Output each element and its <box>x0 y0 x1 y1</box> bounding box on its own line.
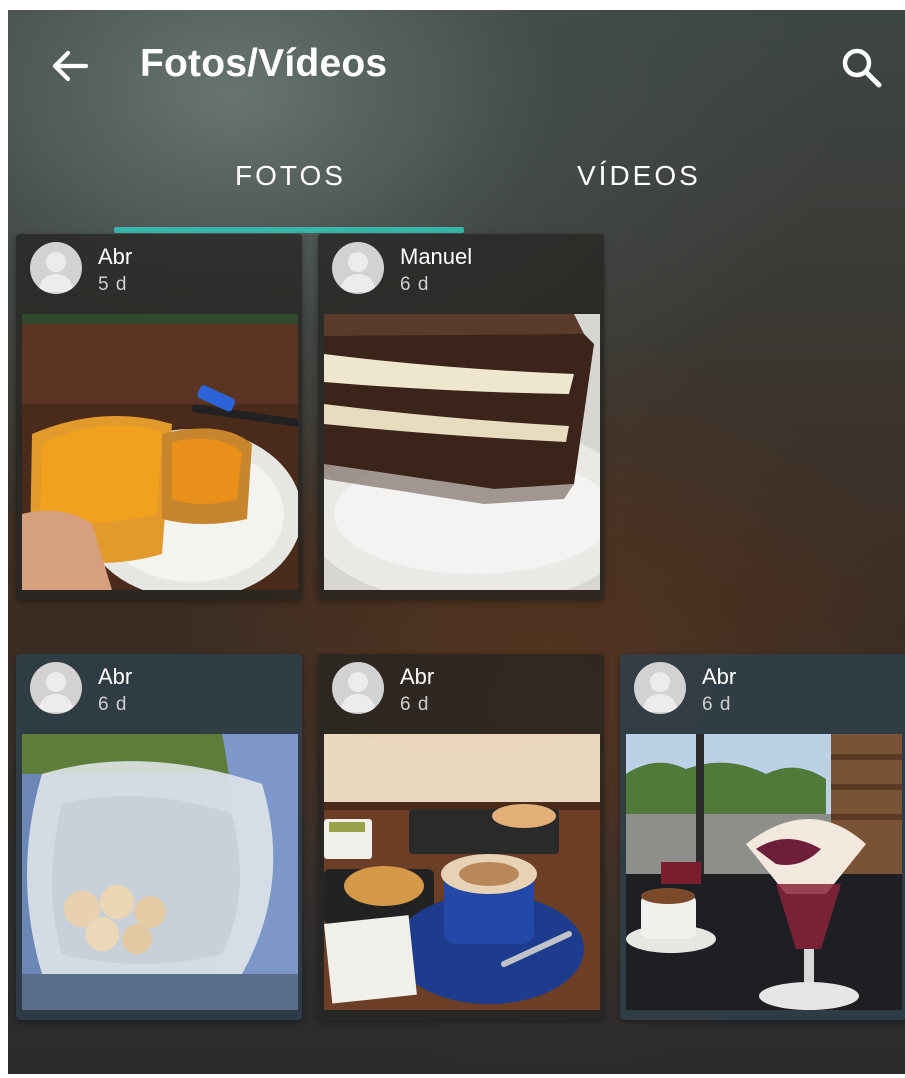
avatar-placeholder-icon <box>30 242 82 294</box>
photo-thumbnail[interactable] <box>22 734 298 1010</box>
avatar-placeholder-icon <box>332 662 384 714</box>
tab-videos[interactable]: VÍDEOS <box>577 160 701 192</box>
arrow-left-icon <box>52 50 89 82</box>
post-author: Abr <box>98 244 133 269</box>
search-button[interactable] <box>838 44 886 92</box>
post-author: Abr <box>400 664 435 689</box>
back-button[interactable] <box>48 44 92 88</box>
post-age: 6 d <box>400 274 430 295</box>
post-age: 5 d <box>98 274 128 295</box>
photo-thumbnail[interactable] <box>324 734 600 1010</box>
tab-fotos[interactable]: FOTOS <box>235 160 346 192</box>
post-age: 6 d <box>702 694 732 715</box>
photo-card[interactable]: Abr 6 d <box>620 654 905 1020</box>
photo-card[interactable]: Manuel 6 d <box>318 234 604 600</box>
avatar-placeholder-icon <box>30 662 82 714</box>
photo-thumbnail[interactable] <box>324 314 600 590</box>
app-screen: Fotos/Vídeos FOTOS VÍDEOS Abr 5 d Manuel… <box>8 10 905 1074</box>
media-tabs: FOTOS VÍDEOS <box>8 150 905 236</box>
top-app-bar: Fotos/Vídeos <box>8 10 905 122</box>
photo-card[interactable]: Abr 5 d <box>16 234 302 600</box>
post-author: Abr <box>702 664 737 689</box>
selected-tab-indicator <box>114 227 464 233</box>
post-age: 6 d <box>400 694 430 715</box>
post-age: 6 d <box>98 694 128 715</box>
post-author: Manuel <box>400 244 473 269</box>
search-icon <box>842 48 882 88</box>
avatar-placeholder-icon <box>332 242 384 294</box>
post-author: Abr <box>98 664 133 689</box>
photo-card[interactable]: Abr 6 d <box>318 654 604 1020</box>
avatar-placeholder-icon <box>634 662 686 714</box>
page-title: Fotos/Vídeos <box>140 42 388 85</box>
photo-thumbnail[interactable] <box>626 734 902 1010</box>
photo-thumbnail[interactable] <box>22 314 298 590</box>
photo-card[interactable]: Abr 6 d <box>16 654 302 1020</box>
